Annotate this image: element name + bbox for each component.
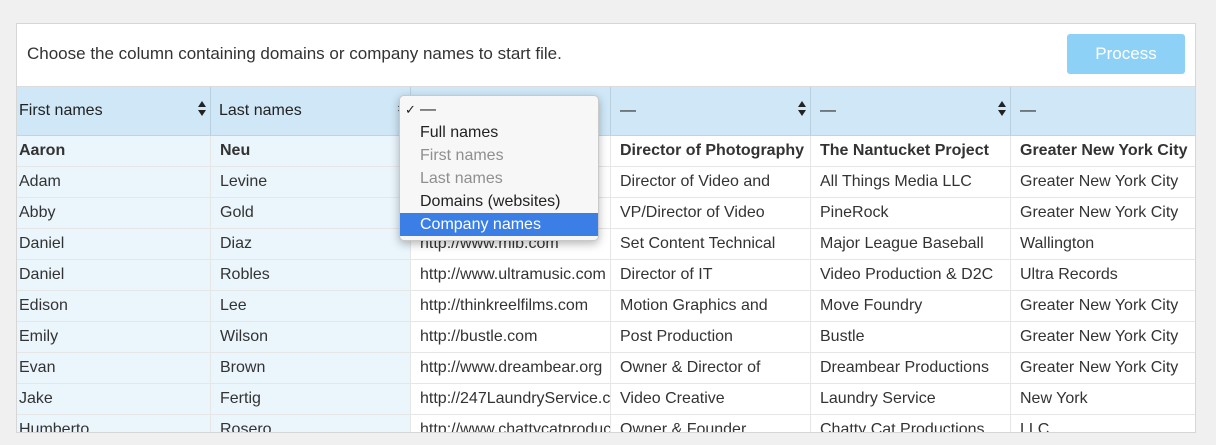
column-type-dropdown-menu[interactable]: ✓ — Full names First names Last names Do… (399, 95, 599, 241)
table-cell: Ultra Records (1010, 260, 1195, 290)
column-select-2[interactable]: Last names (210, 87, 410, 135)
table-cell: PineRock (810, 198, 1010, 228)
table-cell: Diaz (210, 229, 410, 259)
table-cell: Levine (210, 167, 410, 197)
table-row: Evan Brown http://www.dreambear.org Owne… (17, 353, 1195, 384)
table-cell: Wilson (210, 322, 410, 352)
option-domains[interactable]: Domains (websites) (400, 190, 598, 213)
table-cell: http://bustle.com (410, 322, 610, 352)
table-cell: http://www.ultramusic.com (410, 260, 610, 290)
table-cell: Aaron (17, 136, 210, 166)
table-cell: Daniel (17, 229, 210, 259)
table-cell: Gold (210, 198, 410, 228)
table-cell: Wallington (1010, 229, 1195, 259)
table-cell: VP/Director of Video (610, 198, 810, 228)
table-cell: Emily (17, 322, 210, 352)
table-cell: Post Production (610, 322, 810, 352)
table-cell: Daniel (17, 260, 210, 290)
table-cell: Lee (210, 291, 410, 321)
table-row: Emily Wilson http://bustle.com Post Prod… (17, 322, 1195, 353)
column-select-label: — (820, 102, 836, 119)
select-arrows-icon (998, 101, 1006, 119)
table-cell: Greater New York City (1010, 167, 1195, 197)
table-cell: Set Content Technical (610, 229, 810, 259)
column-header-row: First names Last names — — — — (17, 87, 1195, 136)
option-last-names: Last names (420, 170, 503, 187)
column-select-label: — (620, 102, 636, 119)
option-first-names: First names (420, 147, 504, 164)
select-arrows-icon (198, 101, 206, 119)
table-row: Aaron Neu Director of Photography The Na… (17, 136, 1195, 167)
column-select-label: Last names (219, 102, 302, 119)
table-cell: Brown (210, 353, 410, 383)
table-cell: Move Foundry (810, 291, 1010, 321)
table-cell: Adam (17, 167, 210, 197)
table-cell: http://www.chattycatproductions.com (410, 415, 610, 432)
table-cell: Major League Baseball (810, 229, 1010, 259)
instruction-text: Choose the column containing domains or … (27, 44, 562, 63)
checkmark-icon: ✓ (405, 102, 416, 117)
column-select-5[interactable]: — (810, 87, 1010, 135)
table-cell: Fertig (210, 384, 410, 414)
table-cell: Director of IT (610, 260, 810, 290)
table-cell: Director of Video and (610, 167, 810, 197)
table-cell: Humberto (17, 415, 210, 432)
table-cell: Dreambear Productions (810, 353, 1010, 383)
table-row: Jake Fertig http://247LaundryService.com… (17, 384, 1195, 415)
data-table: Aaron Neu Director of Photography The Na… (17, 136, 1195, 432)
column-select-label: — (1020, 102, 1036, 119)
table-row: Adam Levine Director of Video and All Th… (17, 167, 1195, 198)
table-row: Daniel Diaz http://www.mlb.com Set Conte… (17, 229, 1195, 260)
table-row: Daniel Robles http://www.ultramusic.com … (17, 260, 1195, 291)
table-cell: All Things Media LLC (810, 167, 1010, 197)
option-company-names[interactable]: Company names (400, 213, 598, 236)
table-cell: Director of Photography (610, 136, 810, 166)
table-cell: Chatty Cat Productions (810, 415, 1010, 432)
table-cell: Evan (17, 353, 210, 383)
table-cell: Bustle (810, 322, 1010, 352)
table-row: Edison Lee http://thinkreelfilms.com Mot… (17, 291, 1195, 322)
process-button[interactable]: Process (1067, 34, 1185, 74)
table-cell: Motion Graphics and (610, 291, 810, 321)
column-select-4[interactable]: — (610, 87, 810, 135)
dropdown-selected-option[interactable]: ✓ — (400, 98, 598, 121)
table-cell: New York (1010, 384, 1195, 414)
table-cell: Jake (17, 384, 210, 414)
dropdown-option-label: — (420, 101, 436, 118)
table-cell: Greater New York City (1010, 322, 1195, 352)
table-cell: Greater New York City (1010, 353, 1195, 383)
table-cell: Robles (210, 260, 410, 290)
table-cell: Owner & Director of (610, 353, 810, 383)
table-cell: http://247LaundryService.com (410, 384, 610, 414)
table-cell: Video Production & D2C (810, 260, 1010, 290)
table-cell: Greater New York City (1010, 291, 1195, 321)
table-cell: http://www.dreambear.org (410, 353, 610, 383)
column-select-1[interactable]: First names (17, 87, 210, 135)
table-cell: Laundry Service (810, 384, 1010, 414)
table-cell: LLC (1010, 415, 1195, 432)
option-full-names[interactable]: Full names (400, 121, 598, 144)
table-cell: Abby (17, 198, 210, 228)
table-cell: http://thinkreelfilms.com (410, 291, 610, 321)
table-row: Humberto Rosero http://www.chattycatprod… (17, 415, 1195, 432)
table-cell: Neu (210, 136, 410, 166)
column-select-label: First names (19, 102, 103, 119)
table-cell: Greater New York City (1010, 136, 1195, 166)
table-row: Abby Gold VP/Director of Video PineRock … (17, 198, 1195, 229)
table-cell: Edison (17, 291, 210, 321)
table-cell: Rosero (210, 415, 410, 432)
import-panel: Choose the column containing domains or … (16, 23, 1196, 433)
table-cell: Greater New York City (1010, 198, 1195, 228)
select-arrows-icon (798, 101, 806, 119)
table-cell: Video Creative (610, 384, 810, 414)
table-cell: The Nantucket Project (810, 136, 1010, 166)
column-select-6[interactable]: — (1010, 87, 1195, 135)
toolbar: Choose the column containing domains or … (17, 24, 1195, 86)
table-cell: Owner & Founder (610, 415, 810, 432)
